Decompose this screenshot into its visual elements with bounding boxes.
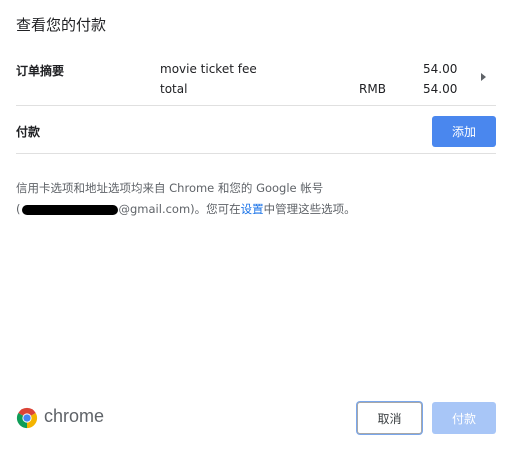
dialog-title: 查看您的付款 [16,16,107,34]
total-label: total [160,82,188,96]
settings-link[interactable]: 设置 [241,202,264,216]
info-tail: 中管理这些选项。 [263,202,356,216]
line-item-amount: 54.00 [423,62,458,76]
expand-summary-icon[interactable] [481,73,486,81]
info-line-2: ( @gmail.com)。您可在设置中管理这些选项。 [16,199,496,220]
divider [16,153,496,154]
line-item-name: movie ticket fee [160,62,257,76]
cancel-button[interactable]: 取消 [357,402,422,434]
redacted-email [21,204,118,215]
payment-label: 付款 [16,125,41,139]
payment-info-text: 信用卡选项和地址选项均来自 Chrome 和您的 Google 帐号 ( @gma… [16,178,496,220]
info-line-1: 信用卡选项和地址选项均来自 Chrome 和您的 Google 帐号 [16,181,324,195]
email-open-paren: ( [16,202,21,216]
total-amount: 54.00 [423,82,458,96]
chrome-logo-icon [16,407,38,429]
order-summary-label: 订单摘要 [16,64,65,78]
divider [16,105,496,106]
pay-button[interactable]: 付款 [432,402,496,434]
payment-dialog: 查看您的付款 订单摘要 movie ticket fee 54.00 total… [0,0,512,450]
email-suffix: @gmail.com)。您可在 [118,202,241,216]
add-payment-button[interactable]: 添加 [432,116,496,147]
total-currency: RMB [359,82,386,96]
chrome-wordmark: chrome [44,406,105,426]
